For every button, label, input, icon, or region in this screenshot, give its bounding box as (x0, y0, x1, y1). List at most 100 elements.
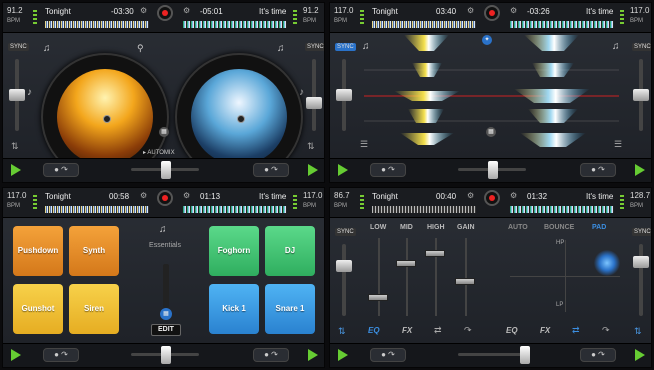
track-title-left[interactable]: Tonight (45, 7, 71, 16)
cue-loop-controls-left[interactable]: ● ↷ (43, 163, 79, 177)
sync-button-right[interactable]: SYNC (305, 43, 324, 51)
filter-xy-pad[interactable] (510, 240, 620, 312)
track-title-right[interactable]: It's time (259, 7, 286, 16)
waveform-right[interactable] (183, 21, 287, 28)
sample-pad-pushdown[interactable]: Pushdown (13, 226, 63, 276)
pitch-slider-left[interactable] (342, 244, 346, 316)
sample-pad-synth[interactable]: Synth (69, 226, 119, 276)
pitch-slider-knob-left[interactable] (336, 260, 352, 272)
tab-eq-right[interactable]: EQ (506, 326, 518, 335)
music-library-icon[interactable]: ♫ (277, 43, 285, 54)
music-library-icon[interactable]: ♫ (43, 43, 51, 54)
cue-loop-controls-right[interactable]: ● ↷ (580, 348, 616, 362)
track-title-right[interactable]: It's time (586, 7, 613, 16)
sample-pad-dj[interactable]: DJ (265, 226, 315, 276)
tab-fx-right[interactable]: FX (540, 326, 550, 335)
cue-loop-controls-right[interactable]: ● ↷ (253, 348, 289, 362)
sync-button-right[interactable]: SYNC (632, 228, 651, 236)
automix-button[interactable]: ▸ AUTOMIX (143, 149, 175, 156)
effects-icon[interactable]: ⇅ (634, 326, 642, 337)
cue-loop-controls-left[interactable]: ● ↷ (370, 163, 406, 177)
pitch-slider-knob-right[interactable] (306, 97, 322, 109)
sample-pad-snare-1[interactable]: Snare 1 (265, 284, 315, 334)
music-note-icon[interactable]: ♪ (27, 87, 32, 98)
waveform-left[interactable] (372, 206, 476, 213)
waveform-right[interactable] (183, 206, 287, 213)
play-button-left[interactable] (338, 164, 348, 176)
record-button[interactable] (484, 190, 500, 206)
waveform-left[interactable] (372, 21, 476, 28)
edit-button[interactable]: EDIT (151, 324, 181, 336)
equalizer-icon[interactable]: ⇅ (307, 141, 315, 152)
eq-fader-low[interactable] (378, 238, 380, 316)
gear-icon[interactable]: ⚙ (183, 191, 190, 200)
mode-bounce[interactable]: BOUNCE (544, 224, 574, 231)
track-title-left[interactable]: Tonight (372, 7, 398, 16)
play-button-right[interactable] (635, 349, 645, 361)
sample-pack-name[interactable]: Essentials (143, 242, 187, 249)
redo-icon[interactable]: ↷ (602, 325, 610, 336)
eq-fader-knob-mid[interactable] (396, 260, 416, 267)
sample-pad-siren[interactable]: Siren (69, 284, 119, 334)
eq-fader-mid[interactable] (406, 238, 408, 316)
eq-fader-gain[interactable] (465, 238, 467, 316)
pitch-slider-knob-right[interactable] (633, 89, 649, 101)
sync-button-left[interactable]: SYNC (8, 43, 29, 51)
track-title-right[interactable]: It's time (259, 192, 286, 201)
crossfader-track[interactable] (458, 353, 526, 356)
music-library-icon[interactable]: ♫ (159, 224, 167, 235)
gear-icon[interactable]: ⚙ (183, 6, 190, 15)
sync-button-right[interactable]: SYNC (632, 43, 651, 51)
play-button-left[interactable] (338, 349, 348, 361)
eq-fader-knob-high[interactable] (425, 250, 445, 257)
eq-fader-knob-gain[interactable] (455, 278, 475, 285)
gear-icon[interactable]: ⚙ (140, 191, 147, 200)
crossfader-knob[interactable] (161, 346, 171, 364)
sample-pad-foghorn[interactable]: Foghorn (209, 226, 259, 276)
record-button[interactable] (157, 190, 173, 206)
sample-pad-kick-1[interactable]: Kick 1 (209, 284, 259, 334)
play-button-left[interactable] (11, 349, 21, 361)
equalizer-icon[interactable]: ⇅ (11, 141, 19, 152)
gear-icon[interactable]: ⚙ (140, 6, 147, 15)
cue-loop-controls-left[interactable]: ● ↷ (370, 348, 406, 362)
pitch-slider-knob-left[interactable] (336, 89, 352, 101)
pitch-slider-knob-right[interactable] (633, 256, 649, 268)
waveform-right[interactable] (510, 21, 614, 28)
redo-icon[interactable]: ↷ (464, 325, 472, 336)
mode-auto[interactable]: AUTO (508, 224, 528, 231)
cue-loop-controls-right[interactable]: ● ↷ (253, 163, 289, 177)
record-button[interactable] (157, 5, 173, 21)
play-button-right[interactable] (635, 164, 645, 176)
effects-icon[interactable]: ⇅ (338, 326, 346, 337)
tab-fx-left[interactable]: FX (402, 326, 412, 335)
crossfader-knob[interactable] (520, 346, 530, 364)
crossfader-knob[interactable] (488, 161, 498, 179)
play-button-right[interactable] (308, 164, 318, 176)
gear-icon[interactable]: ⚙ (467, 6, 474, 15)
sync-button-left[interactable]: SYNC (335, 43, 356, 51)
pitch-slider-right[interactable] (639, 244, 643, 316)
crossfader-knob[interactable] (161, 161, 171, 179)
gear-icon[interactable]: ⚙ (510, 191, 517, 200)
waveform-right[interactable] (510, 206, 614, 213)
waveform-left[interactable] (45, 206, 149, 213)
sample-pad-gunshot[interactable]: Gunshot (13, 284, 63, 334)
waveform-left[interactable] (45, 21, 149, 28)
pitch-slider-right[interactable] (312, 59, 316, 131)
track-title-left[interactable]: Tonight (372, 192, 398, 201)
pad-cursor[interactable] (594, 250, 620, 276)
grid-menu-icon[interactable]: ▦ (486, 127, 496, 137)
track-title-right[interactable]: It's time (586, 192, 613, 201)
pitch-slider-knob-left[interactable] (9, 89, 25, 101)
play-button-left[interactable] (11, 164, 21, 176)
cue-loop-controls-left[interactable]: ● ↷ (43, 348, 79, 362)
cue-loop-controls-right[interactable]: ● ↷ (580, 163, 616, 177)
grid-menu-icon[interactable]: ▦ (159, 127, 169, 137)
grid-menu-icon[interactable]: ▦ (160, 308, 172, 320)
gear-icon[interactable]: ⚙ (510, 6, 517, 15)
sync-button-left[interactable]: SYNC (335, 228, 356, 236)
track-title-left[interactable]: Tonight (45, 192, 71, 201)
eq-fader-knob-low[interactable] (368, 294, 388, 301)
loop-icon[interactable]: ⇄ (434, 325, 442, 336)
